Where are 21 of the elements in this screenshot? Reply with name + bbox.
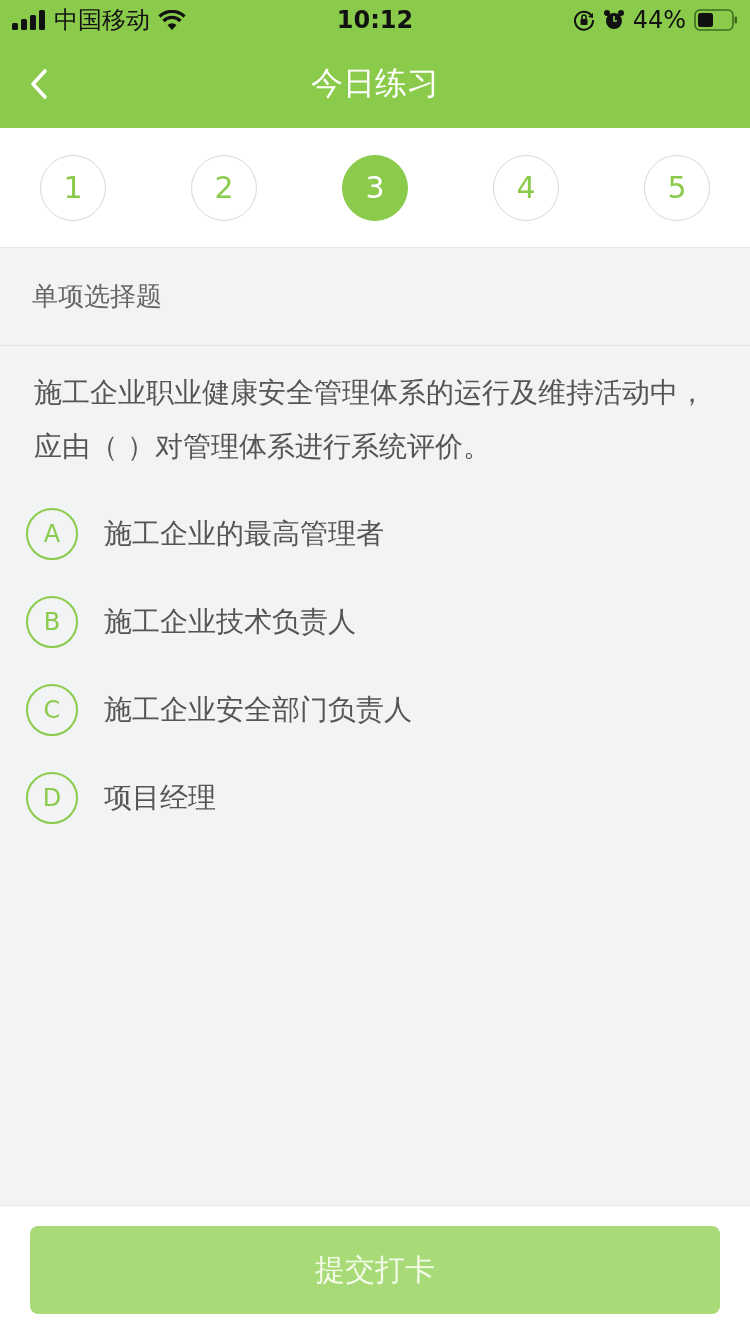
answer-option[interactable]: A 施工企业的最高管理者 [26,490,720,578]
question-number-tab[interactable]: 1 [40,154,106,221]
answer-option[interactable]: C 施工企业安全部门负责人 [26,666,720,754]
alarm-icon [602,9,625,31]
section-title: 单项选择题 [32,280,162,313]
status-time: 10:12 [336,6,414,34]
carrier-name: 中国移动 [54,5,150,36]
page-title: 今日练习 [311,63,439,104]
signal-icon [12,10,46,30]
wifi-icon [158,10,186,30]
question-number-tab[interactable]: 3 [342,154,408,221]
answer-option[interactable]: D 项目经理 [26,754,720,842]
question-number-tab[interactable]: 5 [644,154,710,221]
rotation-lock-icon [572,9,595,31]
question-number-tab[interactable]: 2 [191,154,257,221]
answer-option[interactable]: B 施工企业技术负责人 [26,578,720,666]
question-text: 施工企业职业健康安全管理体系的运行及维持活动中，应由（ ）对管理体系进行系统评价。 [34,375,707,465]
battery-percent: 44% [632,6,686,34]
back-icon[interactable] [30,68,48,100]
question-number-tab[interactable]: 4 [493,154,559,221]
battery-icon [694,9,738,31]
